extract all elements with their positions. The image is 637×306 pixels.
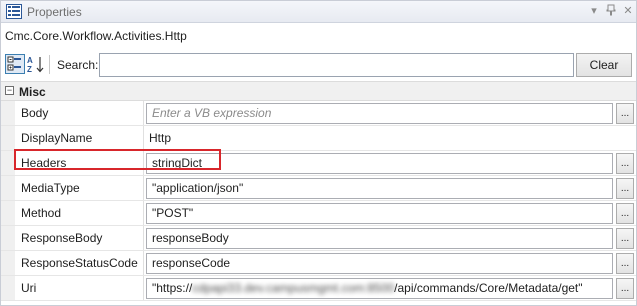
displayname-value[interactable]: Http (149, 131, 171, 145)
uri-ellipsis-button[interactable]: ... (616, 278, 634, 299)
column-divider (143, 226, 144, 250)
property-row-responsestatuscode: ResponseStatusCode responseCode ... (1, 251, 636, 276)
property-row-mediatype: MediaType "application/json" ... (1, 176, 636, 201)
row-gutter (1, 151, 15, 175)
body-expression-input[interactable]: Enter a VB expression (146, 103, 613, 124)
row-gutter (1, 251, 15, 275)
responsestatuscode-ellipsis-button[interactable]: ... (616, 253, 634, 274)
responsestatuscode-expression-input[interactable]: responseCode (146, 253, 613, 274)
row-gutter (1, 226, 15, 250)
property-name: Uri (21, 281, 37, 295)
selected-type-name: Cmc.Core.Workflow.Activities.Http (5, 29, 187, 43)
responsebody-ellipsis-button[interactable]: ... (616, 228, 634, 249)
toolbar-separator (49, 55, 50, 74)
property-row-responsebody: ResponseBody responseBody ... (1, 226, 636, 251)
property-name: ResponseBody (21, 231, 103, 245)
column-divider (143, 251, 144, 275)
responsebody-expression-input[interactable]: responseBody (146, 228, 613, 249)
uri-suffix: /api/commands/Core/Metadata/get" (394, 281, 583, 295)
property-row-method: Method "POST" ... (1, 201, 636, 226)
headers-expression-input[interactable]: stringDict (146, 153, 613, 174)
mediatype-expression-input[interactable]: "application/json" (146, 178, 613, 199)
pin-icon[interactable] (603, 4, 619, 19)
row-gutter (1, 176, 15, 200)
column-divider (143, 101, 144, 125)
property-row-displayname: DisplayName Http (1, 126, 636, 151)
column-divider (143, 201, 144, 225)
title-bar: Properties ▾ ✕ (1, 1, 636, 23)
row-gutter (1, 276, 15, 300)
property-row-headers: Headers stringDict ... (1, 151, 636, 176)
property-name: Headers (21, 156, 67, 170)
property-name: MediaType (21, 181, 80, 195)
row-gutter (1, 101, 15, 125)
categorized-sort-icon[interactable] (5, 54, 25, 74)
property-rows: Body Enter a VB expression ... DisplayNa… (1, 101, 636, 301)
collapse-icon[interactable]: − (5, 86, 14, 95)
method-ellipsis-button[interactable]: ... (616, 203, 634, 224)
property-row-uri: Uri "https://cdpapi33.dev.campusmgmt.com… (1, 276, 636, 301)
column-divider (143, 151, 144, 175)
uri-host-redacted: cdpapi33.dev.campusmgmt.com:8500 (192, 281, 395, 295)
headers-ellipsis-button[interactable]: ... (616, 153, 634, 174)
properties-panel: Properties ▾ ✕ Cmc.Core.Workflow.Activit… (0, 0, 637, 306)
alphabetical-sort-icon[interactable]: A Z (26, 54, 46, 74)
properties-grid-icon (6, 4, 22, 19)
close-icon[interactable]: ✕ (620, 4, 636, 19)
clear-button[interactable]: Clear (576, 53, 632, 77)
properties-toolbar: A Z Search: Clear (1, 52, 636, 80)
property-name: ResponseStatusCode (21, 256, 138, 270)
svg-text:A: A (27, 56, 33, 65)
body-ellipsis-button[interactable]: ... (616, 103, 634, 124)
category-header-misc[interactable]: − Misc (1, 81, 636, 101)
column-divider (143, 126, 144, 150)
dropdown-arrow-icon[interactable]: ▾ (586, 4, 602, 19)
mediatype-ellipsis-button[interactable]: ... (616, 178, 634, 199)
row-gutter (1, 201, 15, 225)
window-title: Properties (27, 5, 82, 19)
method-expression-input[interactable]: "POST" (146, 203, 613, 224)
column-divider (143, 276, 144, 300)
property-name: Body (21, 106, 49, 120)
property-name: Method (21, 206, 62, 220)
property-row-body: Body Enter a VB expression ... (1, 101, 636, 126)
column-divider (143, 176, 144, 200)
search-input[interactable] (99, 53, 574, 77)
uri-expression-input[interactable]: "https://cdpapi33.dev.campusmgmt.com:850… (146, 278, 613, 299)
property-name: DisplayName (21, 131, 93, 145)
uri-prefix: "https:// (152, 281, 193, 295)
category-label: Misc (19, 85, 46, 99)
svg-text:Z: Z (27, 65, 32, 74)
row-gutter (1, 126, 15, 150)
search-label: Search: (57, 58, 99, 72)
